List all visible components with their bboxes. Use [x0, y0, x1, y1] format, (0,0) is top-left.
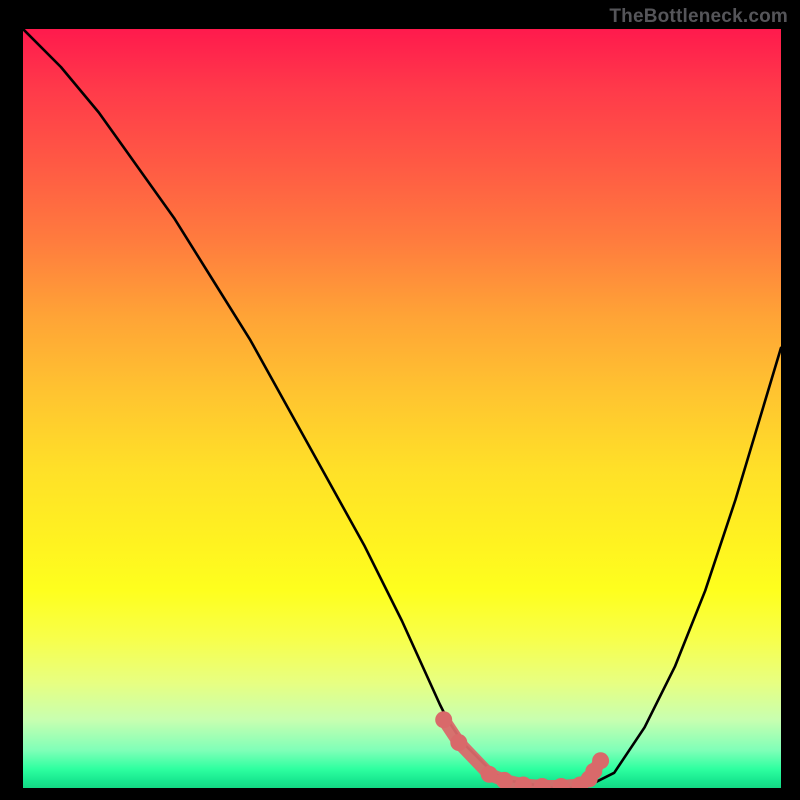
- bottleneck-curve: [23, 29, 781, 788]
- chart-container: TheBottleneck.com: [0, 0, 800, 800]
- curve-svg: [23, 29, 781, 788]
- plot-area: [23, 29, 781, 788]
- watermark-text: TheBottleneck.com: [609, 6, 788, 28]
- highlight-markers: [435, 711, 609, 788]
